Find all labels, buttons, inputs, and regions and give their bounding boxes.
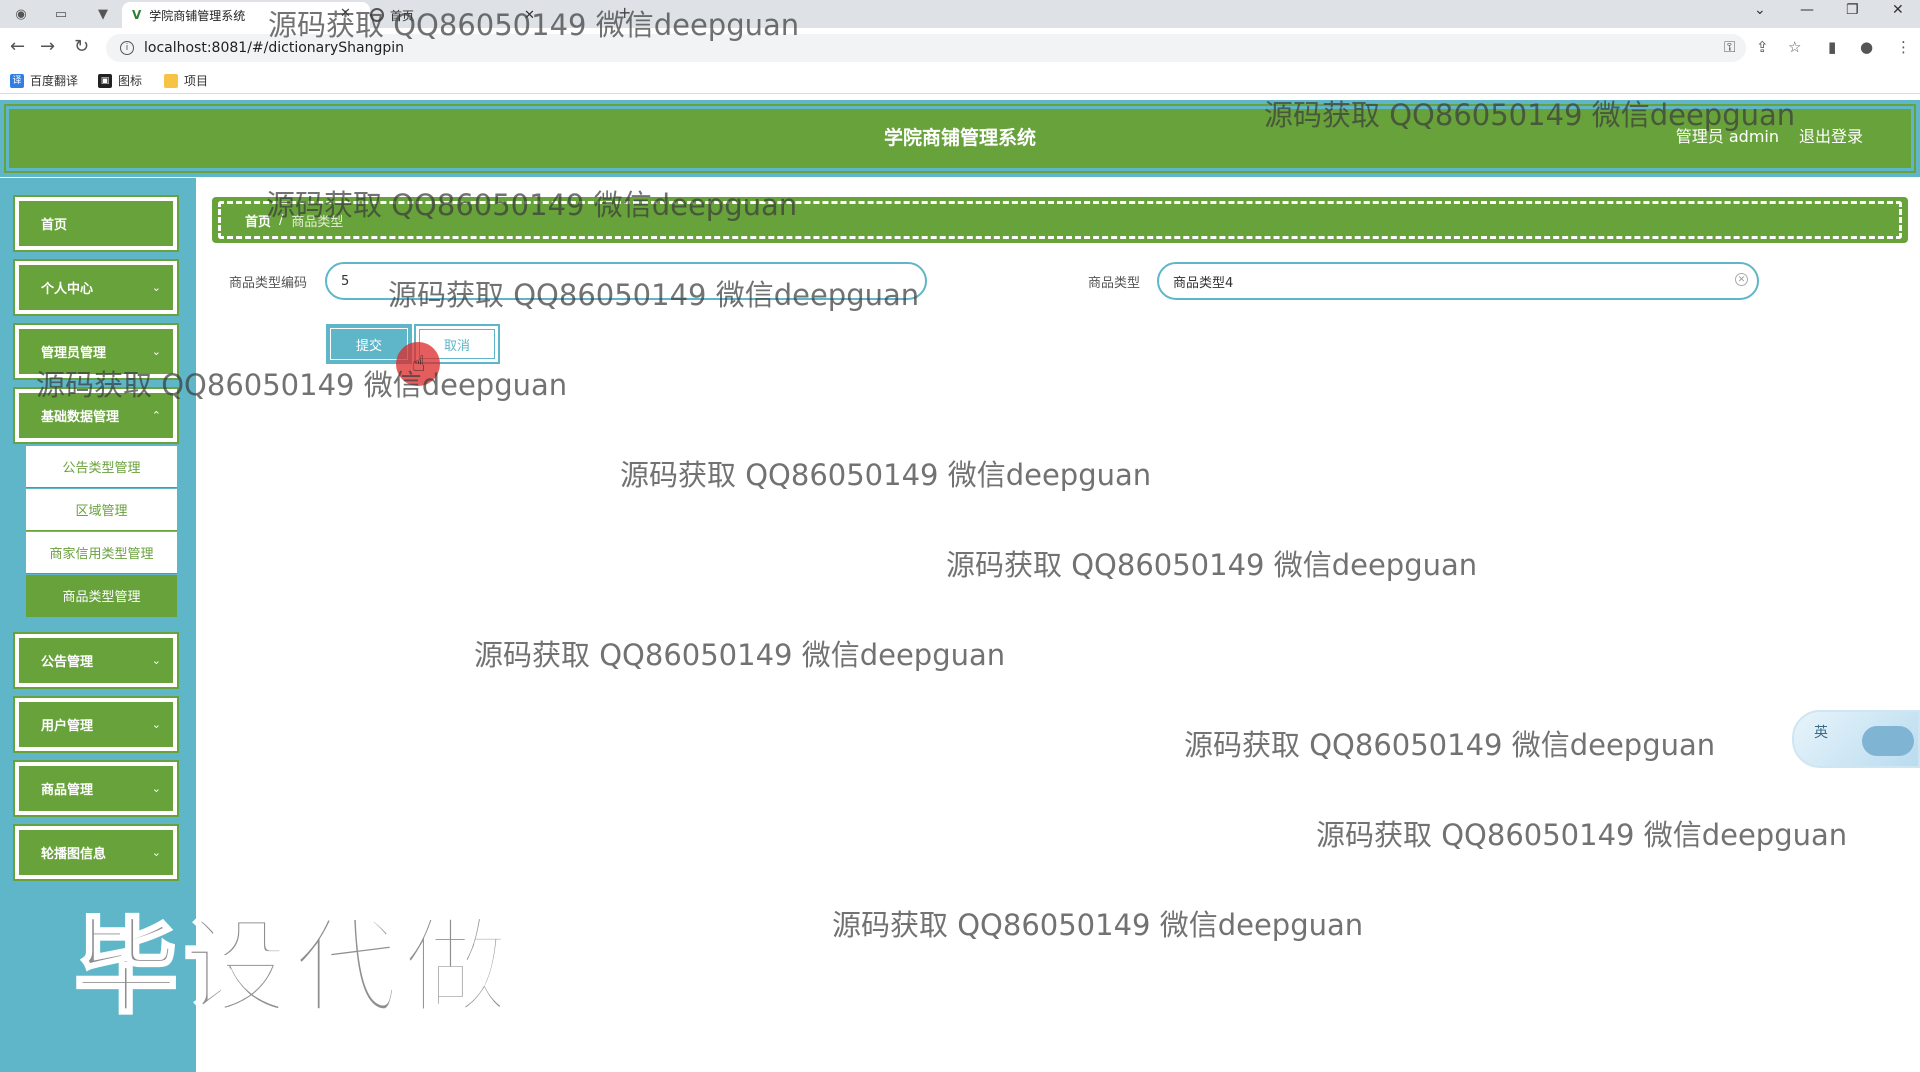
profile-icon[interactable]: ● — [1860, 38, 1873, 56]
chevron-up-icon: ⌃ — [151, 409, 161, 422]
ime-mascot-icon — [1862, 726, 1914, 756]
sidebar-item-personal-center[interactable]: 个人中心 ⌄ — [13, 259, 179, 316]
menu-icon[interactable]: ⋮ — [1896, 38, 1911, 56]
submenu-merchant-credit-type[interactable]: 商家信用类型管理 — [26, 532, 177, 574]
picture-icon: ▣ — [98, 73, 112, 88]
sidebar-item-carousel[interactable]: 轮播图信息 ⌄ — [13, 824, 179, 881]
new-tab-icon[interactable]: + — [618, 3, 631, 22]
submenu-product-type[interactable]: 商品类型管理 — [26, 575, 177, 617]
clear-icon[interactable]: ✕ — [1735, 273, 1748, 286]
key-icon[interactable]: ⚿ — [1724, 38, 1735, 56]
ime-language-label: 英 — [1814, 725, 1828, 741]
breadcrumb-inner: 首页 / 商品类型 — [218, 201, 1902, 239]
tab-search-icon[interactable]: ⌄ — [1754, 2, 1766, 18]
active-tab[interactable]: V 学院商铺管理系统 — [122, 2, 370, 28]
translate-icon: 译 — [10, 73, 24, 88]
chevron-down-icon: ⌄ — [151, 782, 161, 795]
submenu-region[interactable]: 区域管理 — [26, 489, 177, 531]
chevron-down-icon: ⌄ — [151, 718, 161, 731]
bookmark-icons[interactable]: ▣ 图标 — [98, 72, 142, 89]
tab2-title: 首页 — [390, 8, 415, 23]
url-field[interactable]: i localhost:8081/#/dictionaryShangpin — [106, 34, 1746, 62]
maximize-icon[interactable]: ❐ — [1846, 2, 1859, 18]
current-user: 管理员 admin — [1675, 127, 1779, 146]
tab-title: 学院商铺管理系统 — [149, 8, 246, 23]
type-input[interactable] — [1157, 262, 1759, 300]
sidebar-item-notice-management[interactable]: 公告管理 ⌄ — [13, 632, 179, 689]
breadcrumb: 首页 / 商品类型 — [212, 197, 1908, 243]
tab-home[interactable]: 首页 ✕ — [370, 4, 570, 26]
logout-link[interactable]: 退出登录 — [1799, 109, 1863, 168]
globe-icon — [370, 8, 384, 22]
breadcrumb-separator: / — [279, 212, 284, 228]
reload-icon[interactable]: ↻ — [74, 36, 89, 57]
tab2-close-icon[interactable]: ✕ — [524, 8, 535, 23]
browser-profile-icon[interactable]: ◉ — [10, 4, 32, 24]
minimize-icon[interactable]: — — [1800, 2, 1814, 18]
bookmark-star-icon[interactable]: ☆ — [1788, 38, 1801, 56]
site-info-icon[interactable]: i — [120, 41, 134, 55]
browser-tab-bar: ◉ ▭ ▼ V 学院商铺管理系统 ✕ 首页 ✕ + ⌄ — ❐ ✕ — [0, 0, 1920, 28]
app-header: 学院商铺管理系统 管理员 admin 退出登录 — [0, 100, 1920, 177]
bookmarks-bar: 译百度翻译 ▣ 图标 项目 — [0, 68, 1920, 94]
tab-close-icon[interactable]: ✕ — [340, 6, 351, 21]
vue-tab-icon[interactable]: ▼ — [92, 4, 114, 24]
folder-icon — [164, 73, 178, 88]
chevron-down-icon: ⌄ — [151, 345, 161, 358]
url-text: localhost:8081/#/dictionaryShangpin — [144, 40, 405, 56]
sidepanel-icon[interactable]: ▮ — [1828, 38, 1836, 56]
app-header-inner: 学院商铺管理系统 管理员 admin 退出登录 — [4, 104, 1916, 173]
chevron-down-icon: ⌄ — [151, 281, 161, 294]
bookmark-project[interactable]: 项目 — [164, 72, 208, 89]
code-input[interactable] — [325, 262, 927, 300]
submenu-notice-type[interactable]: 公告类型管理 — [26, 446, 177, 488]
type-label: 商品类型 — [1088, 276, 1141, 291]
ime-widget[interactable]: 英 — [1792, 710, 1920, 768]
hand-cursor-icon: ☝ — [412, 352, 426, 377]
app-title: 学院商铺管理系统 — [883, 127, 1036, 149]
tab-icon[interactable]: ▭ — [50, 4, 72, 24]
vue-logo-icon: V — [132, 8, 142, 22]
breadcrumb-home[interactable]: 首页 — [245, 211, 271, 230]
window-close-icon[interactable]: ✕ — [1892, 2, 1904, 18]
chevron-down-icon: ⌄ — [151, 654, 161, 667]
back-icon[interactable]: ← — [10, 36, 25, 57]
sidebar-item-admin-management[interactable]: 管理员管理 ⌄ — [13, 323, 179, 380]
forward-icon[interactable]: → — [40, 36, 55, 57]
sidebar-item-product-management[interactable]: 商品管理 ⌄ — [13, 760, 179, 817]
chevron-down-icon: ⌄ — [151, 846, 161, 859]
breadcrumb-current: 商品类型 — [291, 214, 344, 230]
code-label: 商品类型编码 — [229, 276, 308, 291]
sidebar-item-home[interactable]: 首页 — [13, 195, 179, 252]
sidebar-item-user-management[interactable]: 用户管理 ⌄ — [13, 696, 179, 753]
share-icon[interactable]: ⇪ — [1756, 38, 1769, 56]
sidebar-item-base-data[interactable]: 基础数据管理 ⌃ — [13, 387, 179, 444]
address-bar-row: ← → ↻ i localhost:8081/#/dictionaryShang… — [0, 28, 1920, 68]
sidebar: 首页 个人中心 ⌄ 管理员管理 ⌄ 基础数据管理 ⌃ 公告类型管理 区域管理 商家信用… — [0, 178, 196, 1072]
bookmark-baidu-fanyi[interactable]: 译百度翻译 — [10, 72, 78, 89]
